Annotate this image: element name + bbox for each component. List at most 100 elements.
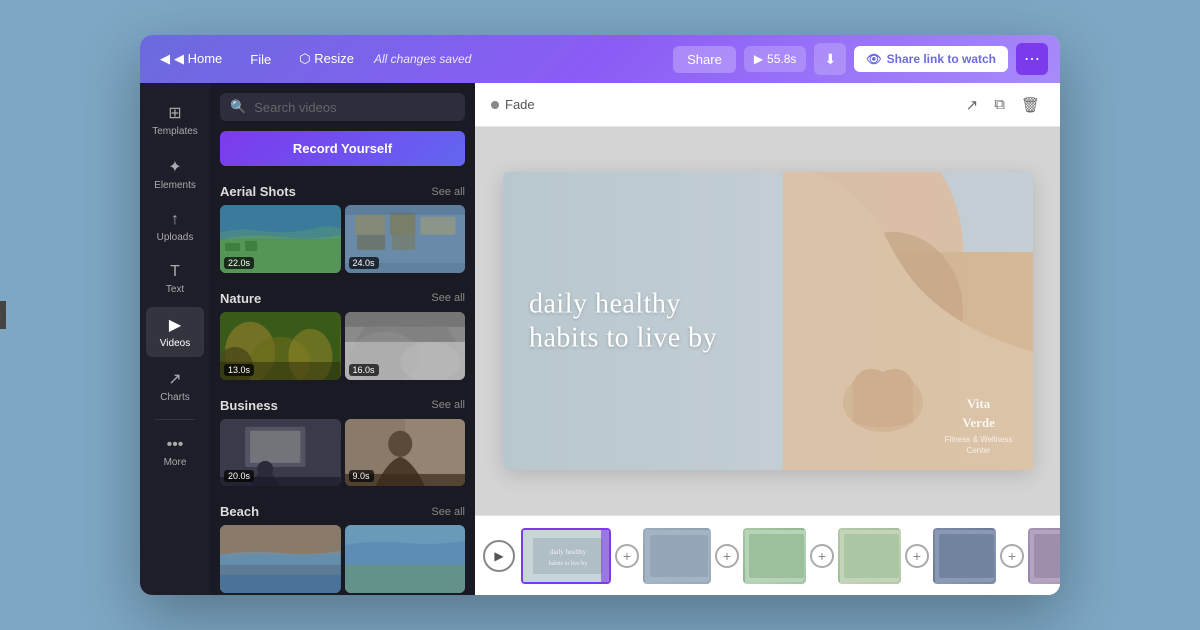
add-clip-button-2[interactable]: +	[715, 544, 739, 568]
timeline-play-button[interactable]: ▶	[483, 540, 515, 572]
sidebar-item-uploads[interactable]: ↑ Uploads	[146, 203, 204, 251]
videos-panel: 🔍 Record Yourself Aerial Shots See all	[210, 83, 475, 595]
timeline-clip-6[interactable]	[1028, 528, 1060, 584]
sidebar-item-elements[interactable]: ✦ Elements	[146, 149, 204, 199]
share-link-button[interactable]: 👁 Share link to watch	[854, 46, 1008, 72]
home-button[interactable]: ◀ ◀ Home	[152, 47, 230, 71]
main-content: ⊞ Templates ✦ Elements ↑ Uploads T Text …	[140, 83, 1060, 595]
uploads-label: Uploads	[157, 232, 194, 243]
beach-header: Beach See all	[210, 496, 475, 525]
more-icon: ⋯	[1024, 49, 1040, 69]
top-bar: ◀ ◀ Home File ⬡ Resize All changes saved…	[140, 35, 1060, 83]
sidebar-item-charts[interactable]: ↗ Charts	[146, 361, 204, 411]
delete-button[interactable]: 🗑	[1017, 92, 1044, 118]
top-bar-left: ◀ ◀ Home File ⬡ Resize All changes saved	[152, 47, 665, 71]
more-options-button[interactable]: ⋯	[1016, 43, 1048, 75]
eye-icon: 👁	[866, 52, 881, 66]
timeline-clip-3[interactable]	[743, 528, 806, 584]
home-label: ◀ Home	[174, 51, 222, 67]
slide-text-line2: habits to live by	[529, 321, 717, 355]
sidebar-item-text[interactable]: T Text	[146, 255, 204, 303]
videos-icon: ▶	[169, 315, 181, 335]
add-clip-button-3[interactable]: +	[810, 544, 834, 568]
add-clip-button-1[interactable]: +	[615, 544, 639, 568]
nature-grid: 13.0s 16.0s	[210, 312, 475, 390]
resize-button[interactable]: ⬡ Resize	[291, 47, 362, 71]
canvas-area: Fade ↗ ⧉ 🗑	[475, 83, 1060, 595]
nature-header: Nature See all	[210, 283, 475, 312]
brand-subtitle: Fitness & Wellness Center	[945, 434, 1013, 456]
file-label: File	[250, 52, 271, 67]
canvas-slide[interactable]: daily healthy habits to live by Vita Ver…	[503, 172, 1033, 470]
charts-icon: ↗	[168, 369, 181, 389]
clip-resize-handle[interactable]	[601, 530, 609, 582]
brand-name: Vita Verde	[945, 395, 1013, 431]
templates-icon: ⊞	[168, 103, 181, 123]
aerial-shots-header: Aerial Shots See all	[210, 176, 475, 205]
duration-label: 55.8s	[767, 52, 796, 66]
business-1-duration: 20.0s	[224, 470, 254, 482]
beach-video-2[interactable]	[345, 525, 466, 593]
transition-name: Fade	[505, 97, 535, 112]
add-clip-button-5[interactable]: +	[1000, 544, 1024, 568]
play-icon: ▶	[754, 52, 763, 66]
trash-icon: 🗑	[1021, 97, 1040, 114]
aerial-video-1[interactable]: 22.0s	[220, 205, 341, 273]
elements-label: Elements	[154, 180, 196, 191]
share-button[interactable]: Share	[673, 46, 736, 73]
sidebar-item-more[interactable]: ••• More	[146, 428, 204, 476]
business-2-duration: 9.0s	[349, 470, 374, 482]
aerial-video-2[interactable]: 24.0s	[345, 205, 466, 273]
transition-dot	[491, 101, 499, 109]
slide-brand: Vita Verde Fitness & Wellness Center	[945, 395, 1013, 456]
beach-see-all[interactable]: See all	[431, 506, 465, 518]
sidebar-divider	[155, 419, 195, 420]
timeline-clip-4[interactable]	[838, 528, 901, 584]
nature-video-1[interactable]: 13.0s	[220, 312, 341, 380]
business-video-1[interactable]: 20.0s	[220, 419, 341, 487]
aerial-shots-title: Aerial Shots	[220, 184, 296, 199]
business-header: Business See all	[210, 390, 475, 419]
beach-video-1[interactable]	[220, 525, 341, 593]
panel-search-area: 🔍	[210, 83, 475, 131]
beach-title: Beach	[220, 504, 259, 519]
nature-see-all[interactable]: See all	[431, 292, 465, 304]
export-button[interactable]: ↗	[962, 92, 983, 118]
share-link-label: Share link to watch	[887, 52, 996, 66]
duplicate-button[interactable]: ⧉	[990, 92, 1009, 118]
export-icon: ↗	[966, 97, 979, 114]
timeline-play-icon: ▶	[494, 549, 503, 563]
timeline-clip-5[interactable]	[933, 528, 996, 584]
transition-label[interactable]: Fade	[491, 97, 535, 112]
aerial-see-all[interactable]: See all	[431, 186, 465, 198]
add-clip-button-4[interactable]: +	[905, 544, 929, 568]
slide-main-text: daily healthy habits to live by	[529, 287, 717, 354]
timeline-clip-2[interactable]	[643, 528, 711, 584]
back-icon: ◀	[160, 51, 170, 67]
sidebar-item-videos[interactable]: ▶ Videos	[146, 307, 204, 357]
videos-label: Videos	[160, 338, 190, 349]
canvas-main: daily healthy habits to live by Vita Ver…	[475, 127, 1060, 515]
record-yourself-button[interactable]: Record Yourself	[220, 131, 465, 166]
search-input[interactable]	[254, 100, 455, 115]
business-see-all[interactable]: See all	[431, 399, 465, 411]
file-menu[interactable]: File	[242, 48, 279, 71]
more-label: More	[164, 457, 187, 468]
search-box[interactable]: 🔍	[220, 93, 465, 121]
timeline-clips: daily healthy habits to live by + +	[521, 528, 1060, 584]
business-video-2[interactable]: 9.0s	[345, 419, 466, 487]
more-sidebar-icon: •••	[167, 436, 184, 454]
uploads-icon: ↑	[171, 211, 179, 229]
nature-1-duration: 13.0s	[224, 364, 254, 376]
slide-text-line1: daily healthy	[529, 287, 717, 321]
sidebar-item-templates[interactable]: ⊞ Templates	[146, 95, 204, 145]
nature-video-2[interactable]: 16.0s	[345, 312, 466, 380]
top-bar-right: Share ▶ 55.8s ⬇ 👁 Share link to watch ⋯	[673, 43, 1048, 75]
play-duration-button[interactable]: ▶ 55.8s	[744, 46, 807, 72]
svg-text:daily healthy: daily healthy	[550, 548, 587, 556]
timeline-clip-1[interactable]: daily healthy habits to live by	[521, 528, 611, 584]
business-grid: 20.0s 9.0s	[210, 419, 475, 497]
charts-label: Charts	[160, 392, 189, 403]
download-button[interactable]: ⬇	[814, 43, 846, 75]
nature-title: Nature	[220, 291, 261, 306]
